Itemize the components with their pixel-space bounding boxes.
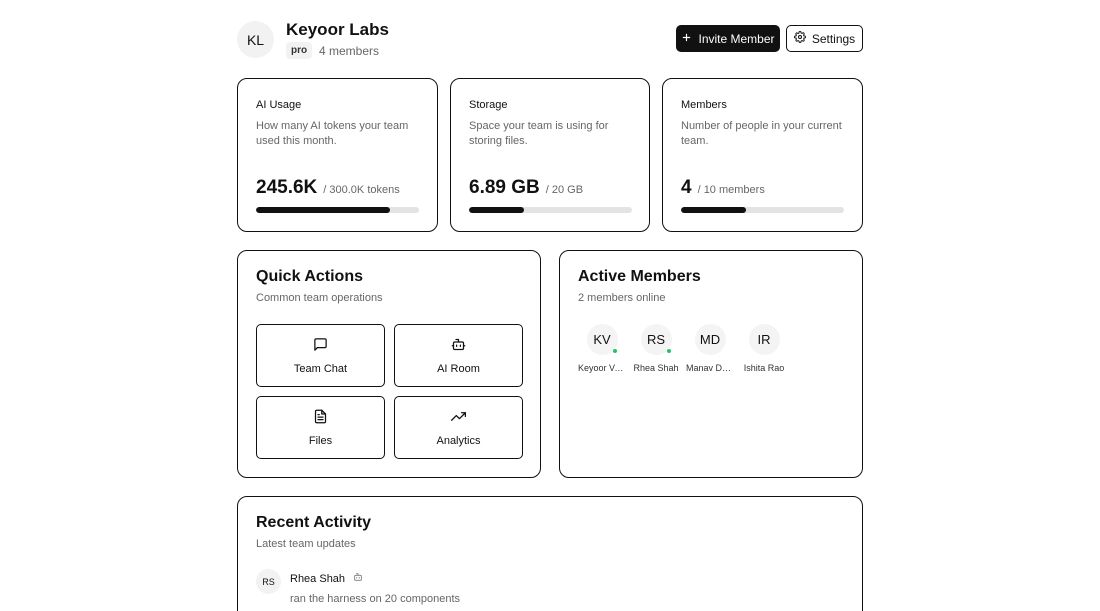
avatar: RS [256,569,281,594]
stat-card-storage: Storage Space your team is using for sto… [450,78,650,232]
stat-card-ai-usage: AI Usage How many AI tokens your team us… [237,78,438,232]
progress-fill [681,207,747,213]
analytics-button[interactable]: Analytics [394,396,523,459]
stat-title: Members [681,99,727,111]
action-label: AI Room [437,362,480,375]
activity-item-header: Rhea Shah [290,572,363,585]
active-members-subtitle: 2 members online [578,292,666,304]
member-item[interactable]: IR Ishita Rao [740,324,788,373]
avatar-initials: IR [757,332,771,347]
recent-activity-subtitle: Latest team updates [256,538,356,550]
stat-limit: / 10 members [697,184,765,196]
invite-member-label: Invite Member [698,31,775,46]
team-name: Keyoor Labs [286,20,389,39]
avatar: IR [748,324,780,355]
settings-button[interactable]: Settings [786,25,863,52]
plus-icon [681,32,692,46]
active-members-card: Active Members 2 members online KV Keyoo… [559,250,863,478]
member-name: Rhea Shah [633,363,679,373]
files-button[interactable]: Files [256,396,385,459]
member-item[interactable]: KV Keyoor Vaghela [578,324,626,373]
member-name: Ishita Rao [743,363,785,373]
message-square-icon [313,337,328,355]
recent-activity-title: Recent Activity [256,514,371,531]
member-item[interactable]: MD Manav Desai [686,324,734,373]
avatar: RS [640,324,672,355]
team-chat-button[interactable]: Team Chat [256,324,385,387]
stat-limit: / 20 GB [545,184,584,196]
quick-actions-grid: Team Chat AI Room Files Analytics [256,324,523,459]
members-list: KV Keyoor Vaghela RS Rhea Shah MD Manav … [578,324,788,373]
action-label: Analytics [436,434,481,447]
stat-value: 6.89 GB [469,177,540,198]
stat-card-members: Members Number of people in your current… [662,78,863,232]
file-text-icon [313,409,328,427]
avatar-initials: KV [593,332,611,347]
usage-progress-bar [256,207,419,213]
progress-fill [256,207,390,213]
plan-badge: pro [286,42,313,59]
gear-icon [793,31,806,46]
activity-user-name: Rhea Shah [290,572,346,585]
online-status-indicator [611,348,618,354]
member-count: 4 members [319,44,380,58]
active-members-title: Active Members [578,268,701,285]
member-item[interactable]: RS Rhea Shah [632,324,680,373]
stat-description: Space your team is using for storing fil… [469,120,609,147]
avatar: KV [586,324,618,355]
stat-description: How many AI tokens your team used this m… [256,120,409,147]
trending-up-icon [451,409,466,427]
stat-title: AI Usage [256,99,302,111]
avatar-initials: RS [646,332,666,347]
quick-actions-card: Quick Actions Common team operations Tea… [237,250,541,478]
quick-actions-subtitle: Common team operations [256,292,383,304]
bot-icon [353,572,363,585]
avatar-initials: MD [699,332,721,347]
member-name: Keyoor Vaghela [578,363,626,373]
online-status-indicator [665,348,672,354]
stat-value: 4 [681,177,692,198]
progress-fill [469,207,525,213]
avatar: MD [694,324,726,355]
team-header: KL Keyoor Labs pro 4 members Invite Memb… [237,20,863,60]
action-label: Team Chat [293,362,348,375]
team-avatar: KL [237,21,274,58]
bot-icon [451,337,466,355]
ai-room-button[interactable]: AI Room [394,324,523,387]
stat-description: Number of people in your current team. [681,120,842,147]
stat-title: Storage [469,99,508,111]
members-progress-bar [681,207,844,213]
quick-actions-title: Quick Actions [256,268,363,285]
member-name: Manav Desai [686,363,734,373]
activity-description: ran the harness on 20 components [290,593,461,605]
stat-limit: / 300.0K tokens [323,184,400,196]
stat-value: 245.6K [256,177,318,198]
action-label: Files [308,434,333,447]
invite-member-button[interactable]: Invite Member [676,25,780,52]
settings-label: Settings [811,31,856,46]
recent-activity-card: Recent Activity Latest team updates RS R… [237,496,863,611]
storage-progress-bar [469,207,632,213]
